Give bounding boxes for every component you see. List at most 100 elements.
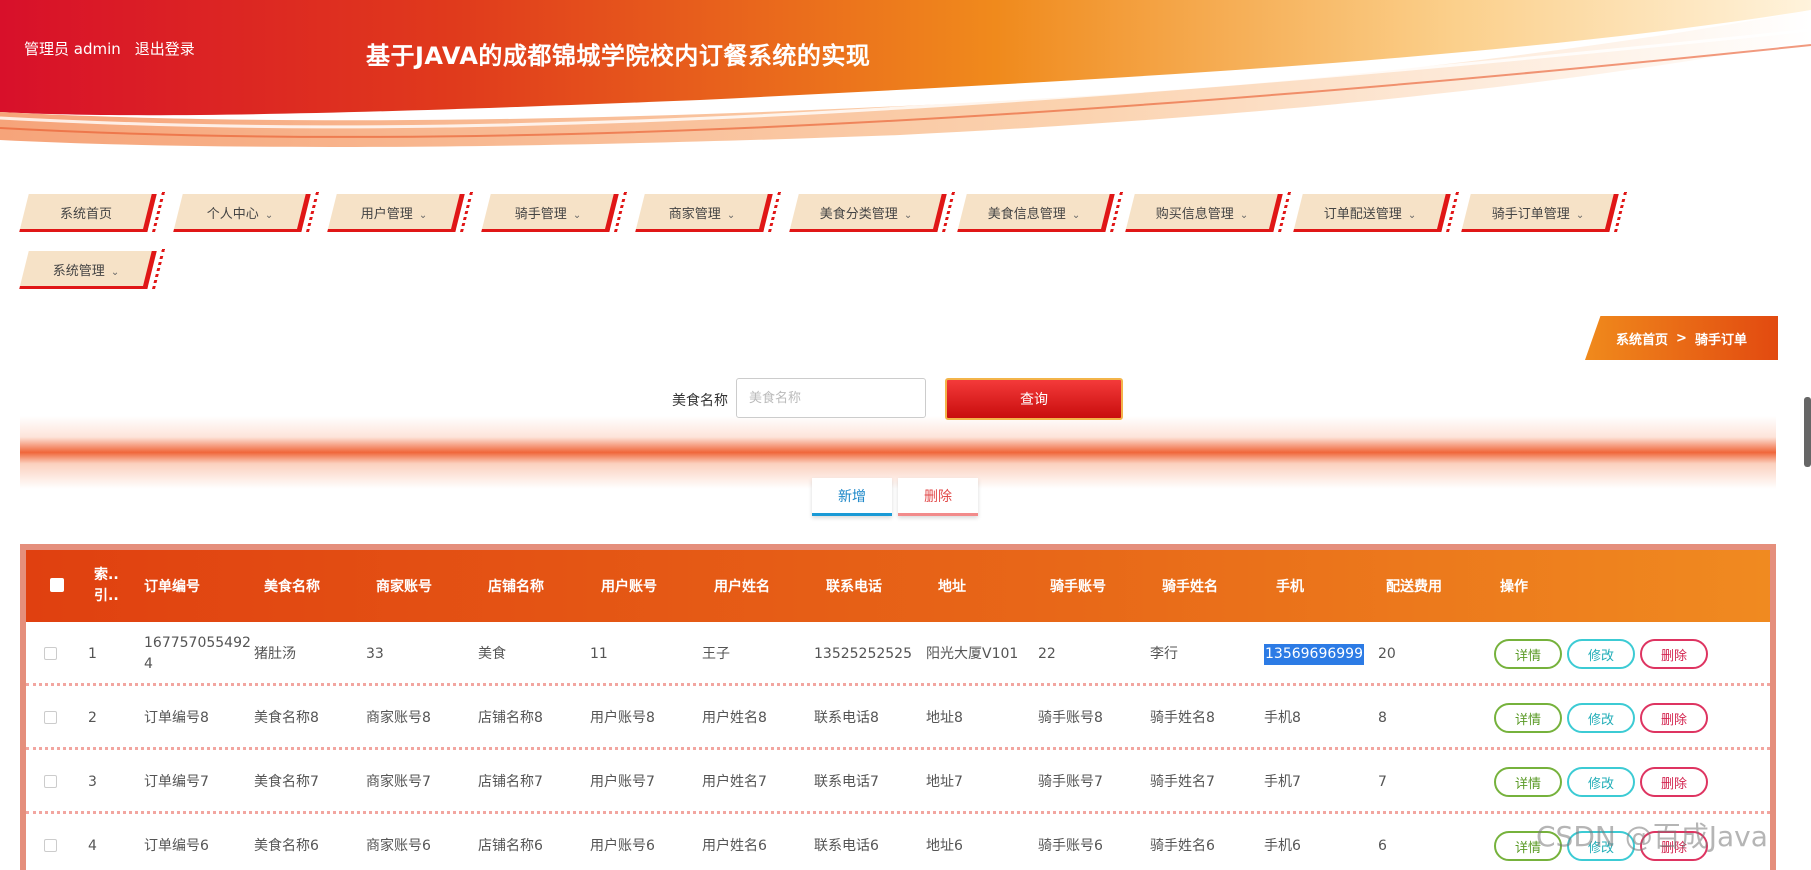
nav-label: 美食分类管理 (819, 207, 898, 222)
row-checkbox[interactable] (44, 647, 57, 660)
nav-item-food-category[interactable]: 美食分类管理 ⌄ (789, 190, 955, 240)
nav-item-users[interactable]: 用户管理 ⌄ (327, 190, 473, 240)
nav-item-food-info[interactable]: 美食信息管理 ⌄ (957, 190, 1123, 240)
cell-phone: 13525252525 (814, 622, 922, 686)
edit-button[interactable]: 修改 (1567, 639, 1635, 669)
cell-text: 用户账号7 (590, 773, 655, 790)
bulk-delete-button[interactable]: 删除 (898, 478, 978, 516)
cell-text: 20 (1378, 645, 1396, 662)
edit-button[interactable]: 修改 (1567, 703, 1635, 733)
column-header-user-account: 用户账号 (601, 579, 657, 595)
breadcrumb-home-link[interactable]: 系统首页 (1616, 329, 1668, 348)
cell-address: 地址6 (926, 814, 1034, 870)
page-scrollbar[interactable] (1804, 397, 1811, 467)
row-checkbox[interactable] (44, 775, 57, 788)
nav-label: 商家管理 (668, 207, 721, 222)
chevron-down-icon: ⌄ (264, 210, 274, 221)
cell-text: 手机8 (1264, 709, 1301, 726)
cell-text: 骑手账号8 (1038, 709, 1103, 726)
detail-button[interactable]: 详情 (1494, 767, 1562, 797)
table-row: 1 1677570554924 猪肚汤 33 美食 11 王子 13525252525 阳光大厦… (26, 622, 1770, 686)
column-header-delivery-fee: 配送费用 (1386, 579, 1442, 595)
detail-button[interactable]: 详情 (1494, 703, 1562, 733)
chevron-down-icon: ⌄ (1575, 210, 1585, 221)
nav-label: 系统管理 (52, 264, 105, 279)
cell-delivery-fee: 20 (1378, 622, 1478, 686)
delete-button[interactable]: 删除 (1640, 703, 1708, 733)
chevron-down-icon: ⌄ (572, 210, 582, 221)
cell-order-no: 1677570554924 (144, 622, 252, 686)
cell-delivery-fee: 8 (1378, 686, 1478, 750)
watermark: CSDN @百成Java (1536, 820, 1768, 853)
column-header-food-name: 美食名称 (264, 579, 320, 595)
cell-index: 3 (88, 750, 128, 814)
cell-user-account: 用户账号8 (590, 686, 698, 750)
column-header-user-name: 用户姓名 (714, 579, 770, 595)
cell-text: 骑手账号7 (1038, 773, 1103, 790)
cell-user-name: 王子 (702, 622, 810, 686)
column-header-address: 地址 (938, 579, 966, 595)
nav-item-purchase-info[interactable]: 购买信息管理 ⌄ (1125, 190, 1291, 240)
cell-text: 1677570554924 (144, 635, 251, 672)
cell-text: 22 (1038, 645, 1056, 662)
nav-label: 美食信息管理 (987, 207, 1066, 222)
row-checkbox[interactable] (44, 711, 57, 724)
cell-delivery-fee: 7 (1378, 750, 1478, 814)
nav-label: 骑手订单管理 (1491, 207, 1570, 222)
cell-text: 用户姓名8 (702, 709, 767, 726)
search-button[interactable]: 查询 (945, 378, 1123, 420)
nav-item-delivery[interactable]: 订单配送管理 ⌄ (1293, 190, 1459, 240)
logout-link[interactable]: 退出登录 (135, 38, 195, 59)
nav-label: 系统首页 (59, 207, 112, 222)
add-button[interactable]: 新增 (812, 478, 892, 516)
nav-item-profile[interactable]: 个人中心 ⌄ (173, 190, 319, 240)
cell-text: 王子 (702, 645, 730, 662)
column-header-rider-account: 骑手账号 (1050, 579, 1106, 595)
cell-text: 手机7 (1264, 773, 1301, 790)
nav-item-system[interactable]: 系统管理 ⌄ (19, 247, 165, 297)
cell-mobile: 手机6 (1264, 814, 1374, 870)
cell-rider-name: 骑手姓名7 (1150, 750, 1258, 814)
cell-text: 6 (1378, 837, 1387, 854)
cell-delivery-fee: 6 (1378, 814, 1478, 870)
rider-orders-table: 索.. 引.. 订单编号 美食名称 商家账号 店铺名称 用户账号 用户姓名 联系… (20, 544, 1776, 870)
food-name-search-input[interactable] (736, 378, 926, 418)
cell-food-name: 猪肚汤 (254, 622, 362, 686)
cell-text: 店铺名称6 (478, 837, 543, 854)
cell-merchant-account: 商家账号7 (366, 750, 474, 814)
nav-item-riders[interactable]: 骑手管理 ⌄ (481, 190, 627, 240)
nav-item-rider-orders[interactable]: 骑手订单管理 ⌄ (1461, 190, 1627, 240)
cell-mobile: 手机8 (1264, 686, 1374, 750)
edit-button[interactable]: 修改 (1567, 767, 1635, 797)
header-banner: 管理员 admin 退出登录 基于JAVA的成都锦城学院校内订餐系统的实现 (0, 0, 1811, 170)
chevron-down-icon: ⌄ (1407, 210, 1417, 221)
cell-text: 骑手姓名7 (1150, 773, 1215, 790)
cell-text: 地址8 (926, 709, 963, 726)
detail-button[interactable]: 详情 (1494, 639, 1562, 669)
cell-shop-name: 店铺名称8 (478, 686, 586, 750)
select-all-checkbox[interactable] (50, 578, 64, 592)
cell-text: 联系电话6 (814, 837, 879, 854)
column-header-index-line2: 引.. (94, 588, 119, 604)
cell-text: 8 (1378, 709, 1387, 726)
cell-address: 地址8 (926, 686, 1034, 750)
row-checkbox[interactable] (44, 839, 57, 852)
cell-rider-account: 骑手账号8 (1038, 686, 1146, 750)
delete-button[interactable]: 删除 (1640, 639, 1708, 669)
cell-text: 用户姓名6 (702, 837, 767, 854)
nav-label: 购买信息管理 (1155, 207, 1234, 222)
nav-label: 骑手管理 (514, 207, 567, 222)
delete-button[interactable]: 删除 (1640, 767, 1708, 797)
table-header: 索.. 引.. 订单编号 美食名称 商家账号 店铺名称 用户账号 用户姓名 联系… (26, 550, 1770, 622)
nav-item-merchants[interactable]: 商家管理 ⌄ (635, 190, 781, 240)
cell-index: 4 (88, 814, 128, 870)
table-row: 3 订单编号7 美食名称7 商家账号7 店铺名称7 用户账号7 用户姓名7 联系电话7 地址7 骑… (26, 750, 1770, 814)
cell-text: 店铺名称8 (478, 709, 543, 726)
nav-item-home[interactable]: 系统首页 (19, 190, 165, 240)
nav-label: 用户管理 (360, 207, 413, 222)
cell-food-name: 美食名称6 (254, 814, 362, 870)
cell-food-name: 美食名称8 (254, 686, 362, 750)
cell-user-name: 用户姓名6 (702, 814, 810, 870)
cell-text: 地址7 (926, 773, 963, 790)
chevron-down-icon: ⌄ (1239, 210, 1249, 221)
